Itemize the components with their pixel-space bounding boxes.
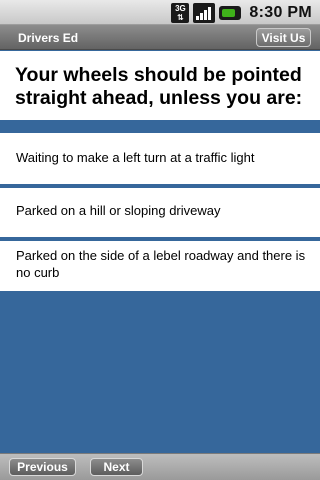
answer-option-1[interactable]: Waiting to make a left turn at a traffic… [0, 133, 320, 186]
battery-icon [219, 5, 242, 20]
question-text: Your wheels should be pointed straight a… [15, 64, 303, 109]
title-bar: Drivers Ed Visit Us [0, 25, 320, 50]
signal-icon [193, 2, 216, 23]
answer-label: Waiting to make a left turn at a traffic… [16, 150, 255, 165]
question-panel: Your wheels should be pointed straight a… [0, 51, 320, 120]
next-button[interactable]: Next [90, 458, 143, 476]
clock: 8:30 PM [249, 3, 312, 21]
network-type-label: 3G [175, 3, 186, 13]
answer-option-2[interactable]: Parked on a hill or sloping driveway [0, 188, 320, 239]
status-bar: 3G ⇅ 8:30 PM [0, 0, 320, 25]
answer-option-3[interactable]: Parked on the side of a lebel roadway an… [0, 241, 320, 291]
answer-label: Parked on the side of a lebel roadway an… [16, 248, 306, 280]
status-icons: 3G ⇅ 8:30 PM [171, 2, 312, 23]
previous-button[interactable]: Previous [9, 458, 76, 476]
bottom-nav-bar: Previous Next [0, 453, 320, 480]
3g-icon: 3G ⇅ [171, 2, 190, 23]
data-arrows-icon: ⇅ [177, 12, 184, 22]
app-title: Drivers Ed [18, 31, 79, 45]
answer-label: Parked on a hill or sloping driveway [16, 203, 221, 218]
visit-us-button[interactable]: Visit Us [256, 28, 311, 47]
